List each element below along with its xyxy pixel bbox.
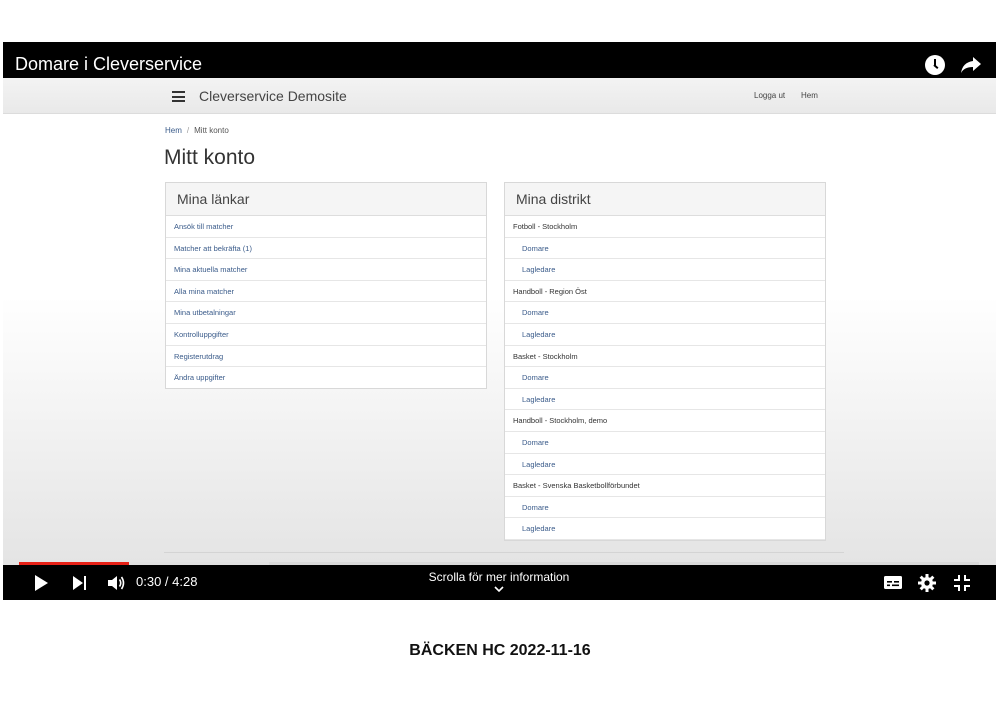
chevron-down-icon[interactable] bbox=[494, 585, 504, 593]
time-display: 0:30 / 4:28 bbox=[136, 574, 198, 589]
home-link[interactable]: Hem bbox=[801, 91, 818, 100]
breadcrumb-separator: / bbox=[186, 126, 190, 135]
account-link[interactable]: Matcher att bekräfta (1) bbox=[166, 238, 486, 260]
divider bbox=[164, 552, 844, 553]
account-link[interactable]: Kontrolluppgifter bbox=[166, 324, 486, 346]
account-link[interactable]: Ändra uppgifter bbox=[166, 367, 486, 389]
play-icon[interactable] bbox=[35, 575, 48, 591]
district-name: Fotboll - Stockholm bbox=[505, 216, 825, 238]
hamburger-menu-icon[interactable] bbox=[172, 91, 185, 102]
gear-icon[interactable] bbox=[918, 574, 936, 592]
district-name: Handboll - Region Öst bbox=[505, 281, 825, 303]
player-top-bar: Domare i Cleverservice bbox=[3, 42, 996, 78]
video-player[interactable]: Domare i Cleverservice Cleverservice Dem… bbox=[3, 42, 996, 600]
breadcrumb-current: Mitt konto bbox=[194, 126, 229, 135]
district-role-link[interactable]: Domare bbox=[505, 497, 825, 519]
district-name: Basket - Svenska Basketbollförbundet bbox=[505, 475, 825, 497]
captions-icon[interactable] bbox=[884, 576, 902, 589]
district-role-link[interactable]: Lagledare bbox=[505, 324, 825, 346]
district-name: Handboll - Stockholm, demo bbox=[505, 410, 825, 432]
player-controls: 0:30 / 4:28 Scrolla för mer information bbox=[3, 565, 996, 600]
site-title[interactable]: Cleverservice Demosite bbox=[199, 88, 347, 104]
volume-icon[interactable] bbox=[107, 574, 125, 592]
account-link[interactable]: Alla mina matcher bbox=[166, 281, 486, 303]
page-title: Mitt konto bbox=[164, 146, 256, 169]
district-role-link[interactable]: Domare bbox=[505, 432, 825, 454]
district-role-link[interactable]: Lagledare bbox=[505, 454, 825, 476]
caption: BÄCKEN HC 2022-11-16 bbox=[409, 642, 591, 659]
district-role-link[interactable]: Lagledare bbox=[505, 518, 825, 540]
scroll-hint[interactable]: Scrolla för mer information bbox=[399, 570, 599, 584]
video-title[interactable]: Domare i Cleverservice bbox=[15, 54, 202, 75]
logout-link[interactable]: Logga ut bbox=[754, 91, 785, 100]
account-link[interactable]: Registerutdrag bbox=[166, 346, 486, 368]
district-role-link[interactable]: Lagledare bbox=[505, 259, 825, 281]
district-role-link[interactable]: Domare bbox=[505, 238, 825, 260]
links-list: Ansök till matcher Matcher att bekräfta (… bbox=[166, 216, 486, 389]
district-name: Basket - Stockholm bbox=[505, 346, 825, 368]
exit-fullscreen-icon[interactable] bbox=[954, 575, 970, 591]
districts-panel: Mina distrikt Fotboll - Stockholm Domare L… bbox=[504, 182, 826, 541]
account-link[interactable]: Ansök till matcher bbox=[166, 216, 486, 238]
share-icon[interactable] bbox=[960, 55, 982, 75]
account-link[interactable]: Mina utbetalningar bbox=[166, 302, 486, 324]
district-role-link[interactable]: Domare bbox=[505, 367, 825, 389]
districts-list: Fotboll - Stockholm Domare Lagledare Handbo… bbox=[505, 216, 825, 540]
clock-icon[interactable] bbox=[925, 55, 945, 75]
account-link[interactable]: Mina aktuella matcher bbox=[166, 259, 486, 281]
district-role-link[interactable]: Lagledare bbox=[505, 389, 825, 411]
districts-panel-heading: Mina distrikt bbox=[505, 183, 825, 216]
links-panel-heading: Mina länkar bbox=[166, 183, 486, 216]
district-role-link[interactable]: Domare bbox=[505, 302, 825, 324]
links-panel: Mina länkar Ansök till matcher Matcher at… bbox=[165, 182, 487, 389]
breadcrumb-home[interactable]: Hem bbox=[165, 126, 182, 135]
next-icon[interactable] bbox=[73, 576, 88, 590]
site-navbar: Cleverservice Demosite Logga ut Hem bbox=[3, 78, 996, 114]
breadcrumb: Hem / Mitt konto bbox=[165, 126, 229, 135]
video-frame: Cleverservice Demosite Logga ut Hem Hem /… bbox=[3, 78, 996, 565]
